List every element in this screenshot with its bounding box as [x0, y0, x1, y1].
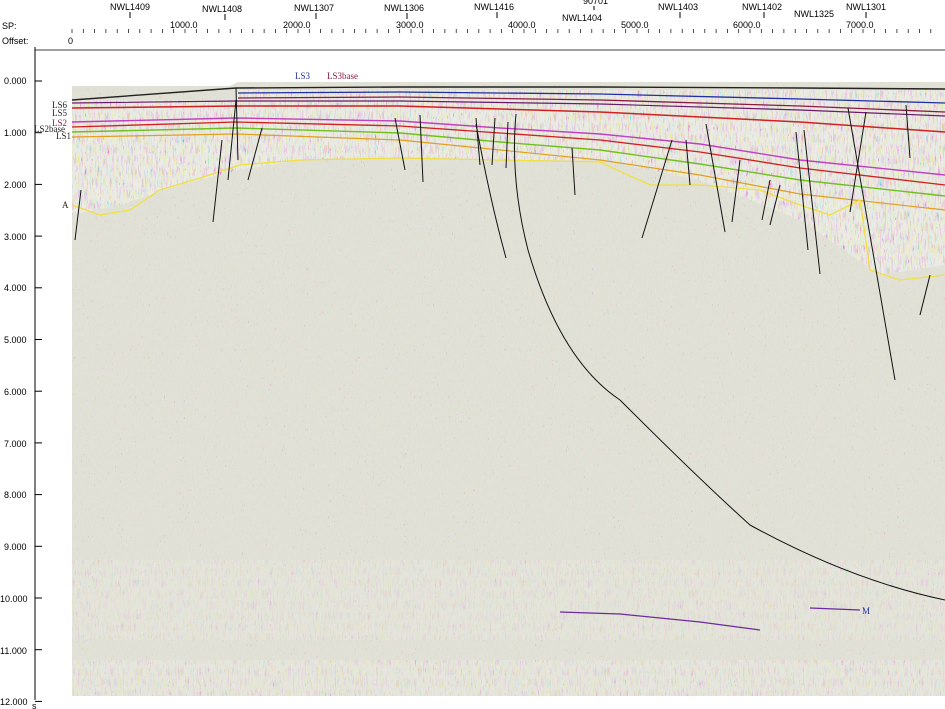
time-tick-label: 10.000: [0, 594, 28, 604]
time-tick-label: 2.000: [4, 180, 27, 190]
time-tick-label: 12.000: [0, 697, 28, 707]
label-ls1: LS1: [56, 131, 71, 141]
time-tick-label: 4.000: [4, 283, 27, 293]
seismic-viewer: SP: Offset: 0 1000.0 2000.0 3000.0 4000.…: [0, 0, 945, 709]
time-tick-label: 5.000: [4, 335, 27, 345]
seismic-data: [72, 82, 945, 696]
time-axis-ticks: [35, 80, 42, 702]
time-tick-label: 6.000: [4, 387, 27, 397]
seismic-section: LS6 LS5 LS2 LS2base LS1 A LS3 LS3base M …: [0, 47, 945, 709]
time-tick-label: 11.000: [0, 646, 27, 656]
label-ls5: LS5: [52, 108, 68, 118]
time-tick-label: 1.000: [4, 128, 27, 138]
time-unit-label: s: [32, 701, 37, 709]
time-tick-label: 3.000: [4, 232, 27, 242]
label-moho: M: [862, 606, 870, 616]
time-tick-label: 0.000: [4, 76, 27, 86]
time-axis-labels: 0.000 1.000 2.000 3.000 4.000 5.000 6.00…: [0, 76, 37, 709]
time-tick-label: 9.000: [4, 542, 27, 552]
time-tick-label: 8.000: [4, 490, 27, 500]
label-ls3: LS3: [295, 71, 311, 81]
label-ls3base: LS3base: [327, 71, 358, 81]
time-tick-label: 7.000: [4, 439, 27, 449]
label-a: A: [62, 200, 69, 210]
